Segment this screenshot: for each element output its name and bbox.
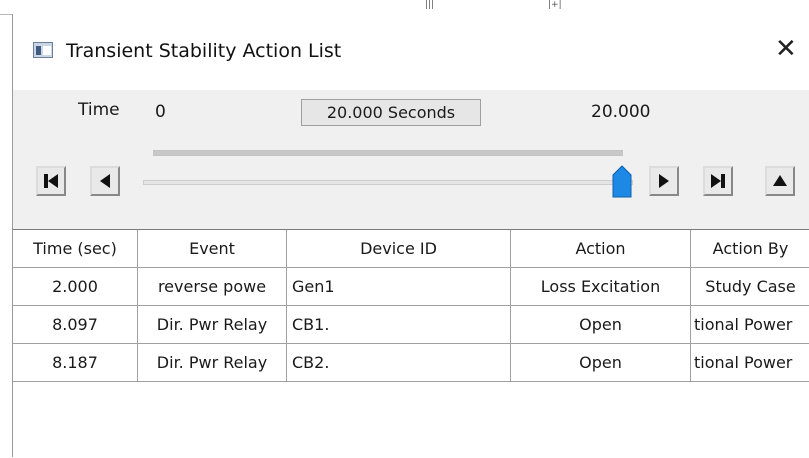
- cell-action: Open: [511, 344, 691, 382]
- background-tick: |||: [425, 0, 435, 10]
- time-slider-thumb[interactable]: [612, 165, 632, 198]
- cell-time: 8.187: [13, 344, 138, 382]
- cell-action: Loss Excitation: [511, 268, 691, 306]
- step-back-icon: [100, 174, 110, 188]
- time-progress-fill: [154, 151, 622, 155]
- time-label: Time: [78, 100, 120, 120]
- current-time-display: 20.000 Seconds: [301, 99, 481, 126]
- cell-action-by: tional Power: [691, 306, 809, 344]
- column-header-event[interactable]: Event: [138, 230, 287, 268]
- cell-action: Open: [511, 306, 691, 344]
- background-window-strip: ||| |+|: [0, 0, 809, 15]
- cell-event: reverse powe: [138, 268, 287, 306]
- time-progress-bar: [153, 150, 623, 156]
- column-header-action-by[interactable]: Action By: [691, 230, 809, 268]
- close-icon[interactable]: ✕: [775, 34, 797, 64]
- play-icon: [659, 174, 669, 188]
- window-title: Transient Stability Action List: [66, 40, 342, 62]
- first-frame-button[interactable]: [36, 166, 66, 196]
- column-header-time[interactable]: Time (sec): [13, 230, 138, 268]
- step-back-button[interactable]: [90, 166, 120, 196]
- eject-button[interactable]: [765, 166, 795, 196]
- cell-device-id: CB1.: [287, 306, 511, 344]
- last-frame-button[interactable]: [703, 166, 733, 196]
- skip-to-start-icon: [44, 174, 58, 188]
- background-tick: |+|: [548, 0, 562, 10]
- column-header-device-id[interactable]: Device ID: [287, 230, 511, 268]
- time-start-value: 0: [155, 102, 166, 122]
- cell-device-id: CB2.: [287, 344, 511, 382]
- cell-action-by: tional Power: [691, 344, 809, 382]
- cell-action-by: Study Case: [691, 268, 809, 306]
- play-button[interactable]: [649, 166, 679, 196]
- skip-to-end-icon: [711, 174, 725, 188]
- cell-device-id: Gen1: [287, 268, 511, 306]
- eject-icon: [773, 175, 787, 186]
- column-header-action[interactable]: Action: [511, 230, 691, 268]
- action-list-dialog: Transient Stability Action List ✕ Time 0…: [12, 14, 809, 458]
- time-slider-track[interactable]: [143, 180, 633, 185]
- cell-time: 8.097: [13, 306, 138, 344]
- app-window-icon: [33, 42, 53, 58]
- time-end-value: 20.000: [591, 102, 651, 122]
- action-list-table: Time (sec) Event Device ID Action Action…: [13, 229, 809, 458]
- cell-event: Dir. Pwr Relay: [138, 306, 287, 344]
- cell-event: Dir. Pwr Relay: [138, 344, 287, 382]
- cell-time: 2.000: [13, 268, 138, 306]
- title-bar: Transient Stability Action List ✕: [13, 14, 809, 90]
